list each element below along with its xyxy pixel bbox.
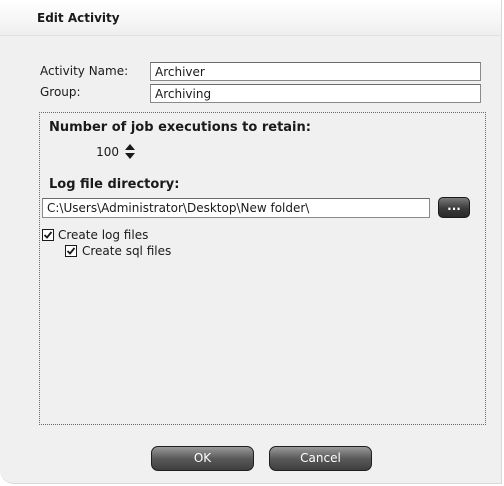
ok-button[interactable]: OK (151, 446, 254, 471)
log-directory-input[interactable]: C:\Users\Administrator\Desktop\New folde… (42, 198, 430, 218)
group-input[interactable]: Archiving (150, 84, 481, 103)
retention-label: Number of job executions to retain: (49, 120, 311, 135)
activity-name-input[interactable]: Archiver (150, 62, 481, 81)
check-icon (43, 231, 53, 239)
retention-spinner-value[interactable]: 100 (43, 143, 119, 161)
group-label: Group: (40, 85, 81, 99)
create-log-files-checkbox[interactable] (42, 229, 54, 241)
create-sql-files-checkbox[interactable] (65, 245, 77, 257)
log-directory-label: Log file directory: (49, 177, 180, 192)
cancel-button[interactable]: Cancel (269, 446, 372, 471)
edit-activity-dialog: Edit Activity Activity Name: Archiver Gr… (0, 0, 502, 484)
browse-button[interactable]: ... (438, 197, 470, 218)
activity-name-label: Activity Name: (40, 64, 129, 78)
dialog-title: Edit Activity (37, 11, 120, 25)
check-icon (66, 247, 76, 255)
create-log-files-label: Create log files (58, 228, 149, 242)
spin-down-arrow-icon[interactable] (125, 153, 135, 159)
title-bar: Edit Activity (0, 0, 501, 36)
up-down-arrows-icon[interactable] (123, 142, 137, 162)
create-sql-files-label: Create sql files (82, 244, 172, 258)
spin-up-arrow-icon[interactable] (125, 144, 135, 150)
